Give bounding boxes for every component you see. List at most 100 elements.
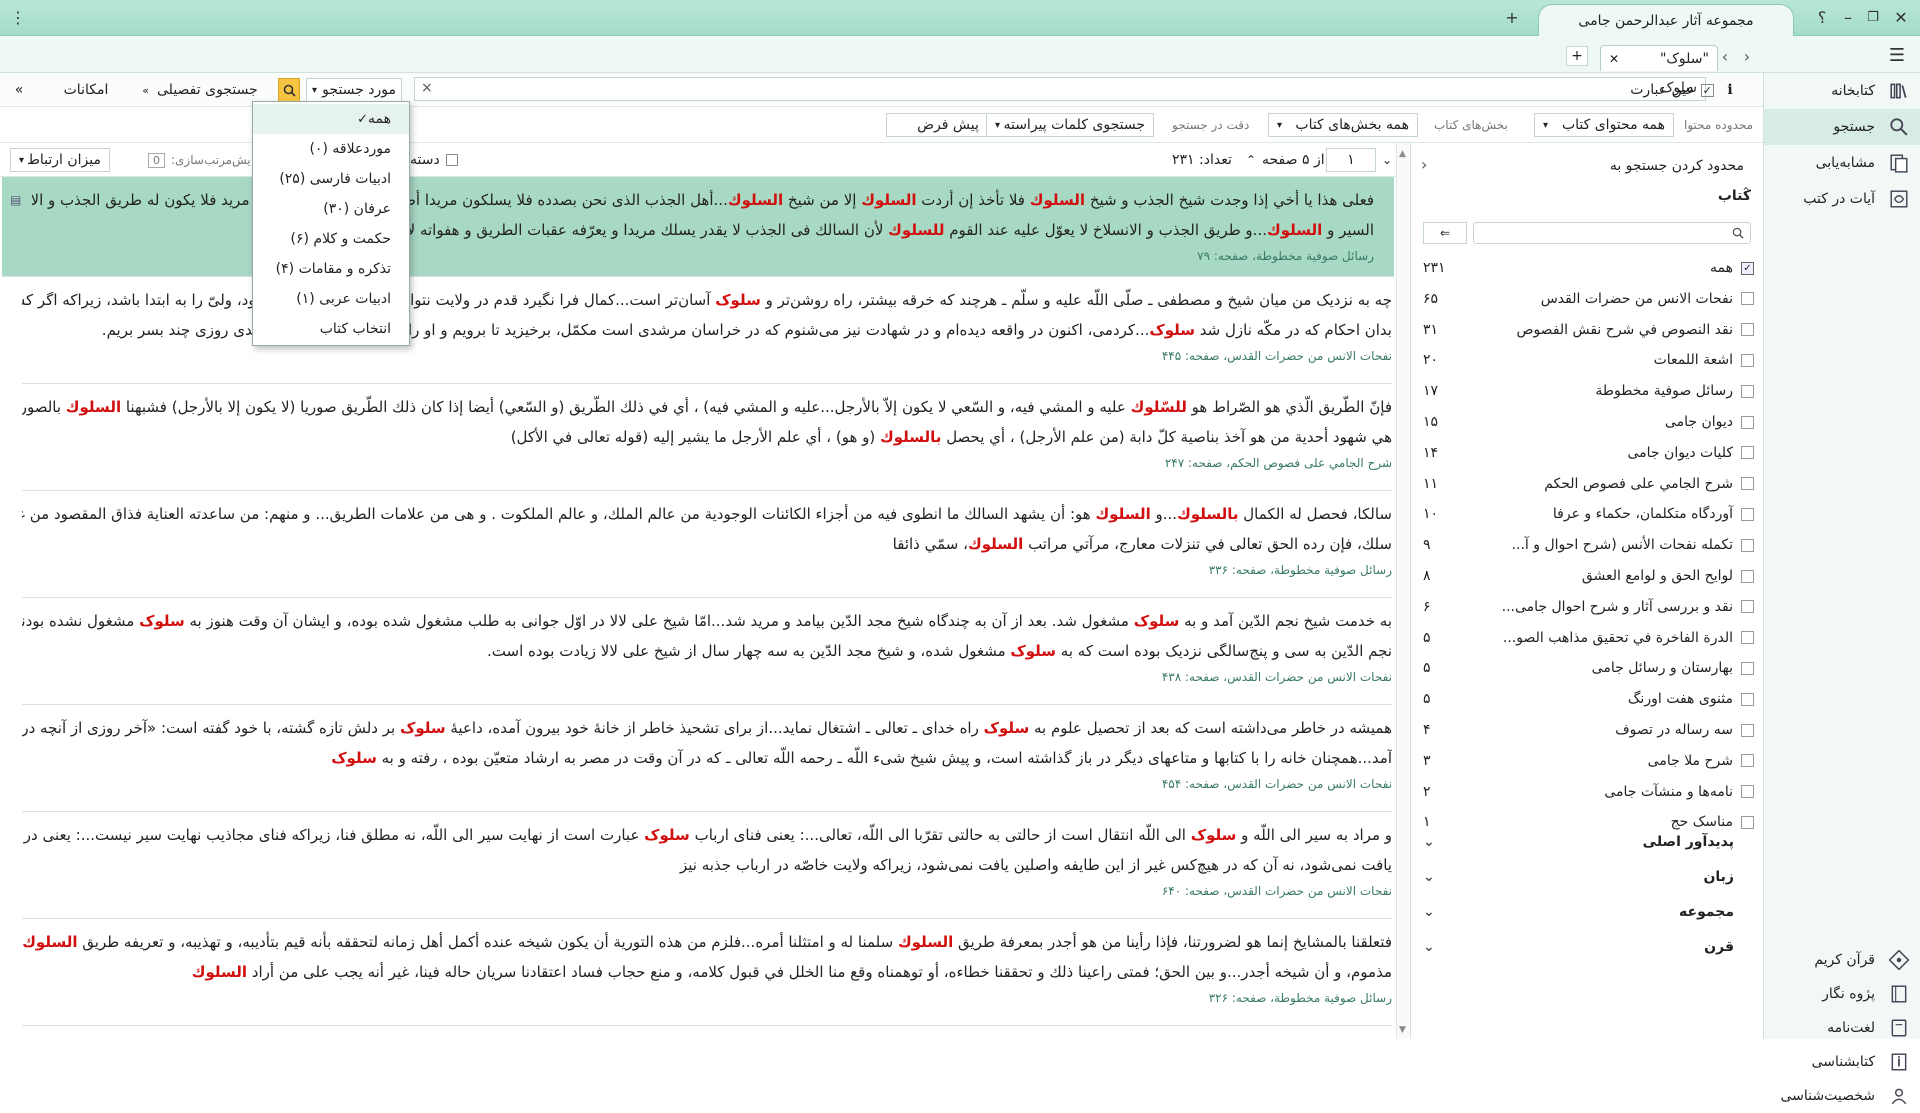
advanced-search-button[interactable]: « جستجوی تفصیلی [136,78,264,102]
sidebar-tool-2[interactable]: لغت‌نامه [1764,1011,1920,1045]
book-filter-item[interactable]: نفحات الانس من حضرات القدس۶۵ [1411,284,1764,314]
result-source-link[interactable]: شرح الجامي على فصوص الحكم، صفحه: ۲۴۷ [22,452,1392,474]
exact-phrase-checkbox[interactable]: عین عبارت ✓ [1628,78,1716,102]
result-source-link[interactable]: رسائل صوفية مخطوطة، صفحه: ۳۳۶ [22,559,1392,581]
sidebar-item-3[interactable]: آیات در کتب [1764,181,1920,217]
result-item[interactable]: فتعلقنا بالمشايخ إنما هو لضرورتنا، فإذا … [22,919,1392,1026]
result-item[interactable]: به خدمت شیخ نجم الدّین آمد و به سلوک مشغ… [22,598,1392,705]
result-source-link[interactable]: رسائل صوفية مخطوطة، صفحه: ۳۲۶ [22,987,1392,1009]
chevron-down-icon[interactable]: ⌄ [1423,834,1435,850]
checkbox-icon[interactable] [1741,508,1754,521]
result-source-link[interactable]: نفحات الانس من حضرات القدس، صفحه: ۴۳۸ [22,666,1392,688]
dropdown-item[interactable]: تذکره و مقامات (۴) [253,254,409,284]
checkbox-icon[interactable] [1741,600,1754,613]
sidebar-tool-0[interactable]: قرآن کریم [1764,943,1920,977]
result-source-link[interactable]: رسائل صوفية مخطوطة، صفحه: ۷۹ [32,245,1374,267]
book-filter-item[interactable]: شرح ملا جامی۳ [1411,746,1764,776]
checkbox-icon[interactable] [1741,662,1754,675]
checkbox-icon[interactable] [1741,323,1754,336]
checkbox-icon[interactable] [1741,446,1754,459]
clear-search-icon[interactable]: × [421,80,433,96]
restore-icon[interactable]: ❐ [1862,6,1884,28]
chevron-down-icon[interactable]: ⌄ [1423,904,1435,920]
scroll-down-icon[interactable]: ▼ [1399,1025,1406,1035]
checkbox-icon[interactable] [1741,539,1754,552]
minimize-icon[interactable]: – [1838,6,1858,28]
bookmark-icon[interactable]: ▤ [10,185,21,215]
result-item[interactable]: فإنّ الطّريق الّذي هو الصّراط هو للسّلوك… [22,384,1392,491]
book-filter-item[interactable]: مثنوی هفت اورنگ۵ [1411,684,1764,714]
book-filter-item[interactable]: کلیات دیوان جامی۱۴ [1411,438,1764,468]
dropdown-item[interactable]: عرفان (۳۰) [253,194,409,224]
book-filter-item[interactable]: اشعة اللمعات۲۰ [1411,345,1764,375]
tab-close-icon[interactable]: ✕ [1609,52,1619,66]
scroll-up-icon[interactable]: ▲ [1399,149,1406,159]
sidebar-item-2[interactable]: مشابه‌یابی [1764,145,1920,181]
page-down-icon[interactable]: ⌄ [1382,148,1392,172]
book-filter-item[interactable]: نقد النصوص في شرح نقش الفصوص۳۱ [1411,315,1764,345]
checkbox-checked-icon[interactable]: ✓ [1741,262,1754,275]
dropdown-item[interactable]: موردعلاقه (۰) [253,134,409,164]
book-filter-item[interactable]: آوردگاه متکلمان، حکماء و عرفا۱۰ [1411,499,1764,529]
book-filter-item[interactable]: الدرة الفاخرة في تحقيق مذاهب الصو...۵ [1411,623,1764,653]
chevron-right-icon[interactable]: › [1738,45,1756,67]
sidebar-item-0[interactable]: کتابخانه [1764,73,1920,109]
result-source-link[interactable]: نفحات الانس من حضرات القدس، صفحه: ۶۴۰ [22,880,1392,902]
result-item[interactable]: چه به نزدیک من میان شیخ و مصطفی ـ صلّى ا… [22,277,1392,384]
book-filter-item[interactable]: سه رساله در تصوف۴ [1411,715,1764,745]
sections-select[interactable]: همه بخش‌های کتاب ▾ [1268,113,1418,137]
new-tab-button[interactable]: + [1566,46,1588,66]
dropdown-item[interactable]: انتخاب کتاب [253,314,409,344]
dropdown-item[interactable]: ادبیات عربی (۱) [253,284,409,314]
sidebar-item-1[interactable]: جستجو [1764,109,1920,145]
tab-search-result[interactable]: ✕ "سلوک" [1600,45,1718,71]
dropdown-item[interactable]: ادبیات فارسی (۲۵) [253,164,409,194]
result-item[interactable]: همیشه در خاطر می‌داشته است که بعد از تحص… [22,705,1392,812]
book-filter-item[interactable]: شرح الجامي على فصوص الحكم۱۱ [1411,469,1764,499]
chevron-down-icon[interactable]: ⌄ [1423,869,1435,885]
new-window-button[interactable]: + [1500,6,1524,28]
sidebar-tool-1[interactable]: پژوه نگار [1764,977,1920,1011]
result-source-link[interactable]: نفحات الانس من حضرات القدس، صفحه: ۴۴۵ [22,345,1392,367]
close-icon[interactable]: ✕ [1890,6,1912,28]
filter-section-header[interactable]: قرن⌄ [1411,930,1764,964]
window-title-tab[interactable]: مجموعه آثار عبدالرحمن جامی [1538,4,1794,36]
results-scrollbar[interactable]: ▲ ▼ [1396,143,1410,1039]
chevron-down-icon[interactable]: ⌄ [1423,939,1435,955]
sidebar-tool-3[interactable]: کتابشناسی [1764,1045,1920,1079]
page-number-input[interactable]: ۱ [1326,148,1376,172]
books-search-input[interactable] [1473,222,1751,244]
content-scope-select[interactable]: همه محتوای کتاب ▾ [1534,113,1674,137]
checkbox-icon[interactable] [1741,354,1754,367]
result-item[interactable]: فعلى هذا يا أخي إذا وجدت شيخ الجذب و شيخ… [2,177,1394,277]
page-up-icon[interactable]: ⌃ [1246,148,1256,172]
book-filter-item[interactable]: رسائل صوفية مخطوطة۱۷ [1411,376,1764,406]
sort-control[interactable]: مرتب‌سازی: 0 [148,148,232,172]
result-source-link[interactable]: نفحات الانس من حضرات القدس، صفحه: ۴۵۴ [22,773,1392,795]
result-item[interactable]: سالكا، فحصل له الكمال بالسلوك...و السلوك… [22,491,1392,598]
checkbox-icon[interactable] [1741,292,1754,305]
precision-select[interactable]: جستجوی کلمات پیراسته ▾ [986,113,1154,137]
checkbox-icon[interactable] [1741,693,1754,706]
book-filter-item[interactable]: بهارستان و رسائل جامی۵ [1411,653,1764,683]
filter-section-header[interactable]: زبان⌄ [1411,860,1764,894]
result-item[interactable]: و مراد به سیر الی اللّه و سلوک الی اللّه… [22,812,1392,919]
checkbox-icon[interactable] [1741,724,1754,737]
chevron-left-icon[interactable]: ‹ [1716,45,1734,67]
filter-arrow-button[interactable]: ⇐ [1423,222,1467,244]
app-menu-icon[interactable]: ⋮ [8,6,28,28]
checkbox-icon[interactable] [1741,631,1754,644]
sidebar-tool-4[interactable]: شخصیت‌شناسی [1764,1079,1920,1113]
book-filter-item[interactable]: نقد و بررسی آثار و شرح احوال جامی...۶ [1411,592,1764,622]
info-icon[interactable]: i [1720,78,1740,102]
dropdown-item[interactable]: حکمت و کلام (۶) [253,224,409,254]
checkbox-icon[interactable] [1741,570,1754,583]
search-go-button[interactable] [278,78,300,102]
book-filter-item[interactable]: نامه‌ها و منشآت جامی۲ [1411,777,1764,807]
book-filter-item[interactable]: تکمله نفحات الأنس (شرح احوال و آ...۹ [1411,530,1764,560]
options-button[interactable]: امکانات [40,78,132,102]
checkbox-icon[interactable] [1741,385,1754,398]
hamburger-menu-icon[interactable]: ☰ [1884,44,1910,66]
collapse-toolbar-icon[interactable]: « [8,78,30,102]
help-button[interactable]: ؟ [1812,6,1832,28]
